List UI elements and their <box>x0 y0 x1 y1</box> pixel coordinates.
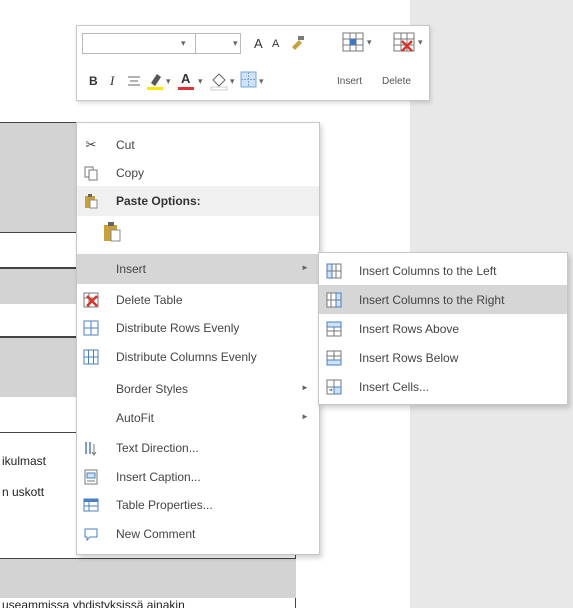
insert-button[interactable]: Insert <box>337 76 362 87</box>
chevron-down-icon[interactable]: ▾ <box>418 37 423 48</box>
submenu-item-insert-rows-below[interactable]: Insert Rows Below <box>319 343 567 372</box>
shading-bucket-icon[interactable] <box>210 71 228 94</box>
insert-caption-icon <box>83 469 99 485</box>
menu-item-insert[interactable]: Insert ► <box>77 254 319 284</box>
font-name-field[interactable] <box>82 33 196 54</box>
paste-keep-source-icon <box>101 221 123 246</box>
menu-item-label: Table Properties... <box>116 498 213 512</box>
chevron-down-icon[interactable]: ▾ <box>233 38 238 49</box>
submenu-item-label: Insert Cells... <box>359 380 430 394</box>
align-center-icon[interactable] <box>127 75 141 90</box>
mini-toolbar: ▾ ▾ A A ▾ ▾ B I ▾ A ▾ ▾ ▾ Insert Delete <box>76 25 430 101</box>
bold-button[interactable]: B <box>89 74 98 88</box>
paste-options-header: Paste Options: <box>77 186 319 216</box>
submenu-item-insert-rows-above[interactable]: Insert Rows Above <box>319 314 567 343</box>
copy-icon <box>83 165 99 181</box>
table-text[interactable]: n uskott <box>2 485 44 499</box>
table-text[interactable]: ikulmast <box>2 454 46 468</box>
menu-item-delete-table[interactable]: Delete Table <box>77 285 319 315</box>
distribute-columns-icon <box>83 349 99 365</box>
submenu-item-insert-columns-left[interactable]: Insert Columns to the Left <box>319 256 567 285</box>
grow-font-button[interactable]: A <box>254 36 263 51</box>
submenu-item-label: Insert Columns to the Right <box>359 293 505 307</box>
chevron-down-icon[interactable]: ▾ <box>259 76 264 87</box>
chevron-down-icon[interactable]: ▾ <box>367 37 372 48</box>
menu-item-label: Delete Table <box>116 293 183 307</box>
context-menu: ✂ Cut Copy Paste Options: Insert ► Delet… <box>76 122 320 555</box>
submenu-item-label: Insert Rows Above <box>359 322 460 336</box>
paste-keep-source-button[interactable] <box>77 217 319 247</box>
menu-item-label: Border Styles <box>116 382 189 396</box>
format-painter-icon[interactable] <box>289 34 305 53</box>
italic-button[interactable]: I <box>110 73 114 89</box>
menu-item-autofit[interactable]: AutoFit ► <box>77 403 319 433</box>
delete-table-icon <box>83 292 99 308</box>
menu-item-distribute-columns[interactable]: Distribute Columns Evenly <box>77 342 319 372</box>
submenu-item-label: Insert Rows Below <box>359 351 459 365</box>
scissors-icon: ✂ <box>85 137 97 152</box>
menu-item-label: Distribute Columns Evenly <box>116 350 257 364</box>
insert-columns-left-icon <box>326 263 342 279</box>
menu-item-insert-caption[interactable]: Insert Caption... <box>77 462 319 492</box>
menu-item-new-comment[interactable]: New Comment <box>77 519 319 549</box>
menu-item-label: AutoFit <box>116 411 155 425</box>
insert-cells-icon <box>326 379 342 395</box>
submenu-arrow-icon: ► <box>301 383 309 392</box>
submenu-item-insert-cells[interactable]: Insert Cells... <box>319 372 567 401</box>
menu-item-label: Cut <box>116 138 135 152</box>
table-properties-icon <box>83 497 99 513</box>
insert-submenu: Insert Columns to the Left Insert Column… <box>318 252 568 405</box>
new-comment-icon <box>83 526 99 542</box>
shrink-font-button[interactable]: A <box>272 38 279 50</box>
paste-icon <box>83 193 99 209</box>
table-cell[interactable] <box>0 558 296 598</box>
submenu-item-insert-columns-right[interactable]: Insert Columns to the Right <box>319 285 567 314</box>
menu-item-label: Paste Options: <box>116 194 201 208</box>
menu-item-cut[interactable]: ✂ Cut <box>77 130 319 160</box>
delete-table-grid-icon[interactable] <box>393 32 417 57</box>
chevron-down-icon[interactable]: ▾ <box>166 76 171 87</box>
menu-item-border-styles[interactable]: Border Styles ► <box>77 374 319 404</box>
table-text[interactable]: useammissa yhdistyksissä ainakin <box>2 598 185 608</box>
insert-table-grid-icon[interactable] <box>342 32 366 57</box>
distribute-rows-icon <box>83 320 99 336</box>
borders-icon[interactable] <box>240 71 258 92</box>
menu-item-copy[interactable]: Copy <box>77 158 319 188</box>
chevron-down-icon[interactable]: ▾ <box>181 38 186 49</box>
chevron-down-icon[interactable]: ▾ <box>198 76 203 87</box>
menu-item-label: Distribute Rows Evenly <box>116 321 240 335</box>
delete-button[interactable]: Delete <box>382 76 411 87</box>
menu-item-label: Copy <box>116 166 145 180</box>
menu-item-text-direction[interactable]: Text Direction... <box>77 433 319 463</box>
menu-item-table-properties[interactable]: Table Properties... <box>77 490 319 520</box>
insert-rows-above-icon <box>326 321 342 337</box>
submenu-item-label: Insert Columns to the Left <box>359 264 497 278</box>
chevron-down-icon[interactable]: ▾ <box>230 76 235 87</box>
submenu-arrow-icon: ► <box>301 412 309 421</box>
font-color-swatch <box>178 87 194 90</box>
text-direction-icon <box>83 440 99 456</box>
menu-item-label: Insert Caption... <box>116 470 201 484</box>
highlighter-icon[interactable] <box>146 71 164 94</box>
insert-columns-right-icon <box>326 292 342 308</box>
menu-item-label: Insert <box>116 262 147 276</box>
font-color-letter: A <box>181 71 191 86</box>
menu-item-label: Text Direction... <box>116 441 199 455</box>
font-color-button[interactable]: A <box>177 71 195 91</box>
menu-item-label: New Comment <box>116 527 196 541</box>
menu-item-distribute-rows[interactable]: Distribute Rows Evenly <box>77 313 319 343</box>
submenu-arrow-icon: ► <box>301 263 309 272</box>
insert-rows-below-icon <box>326 350 342 366</box>
